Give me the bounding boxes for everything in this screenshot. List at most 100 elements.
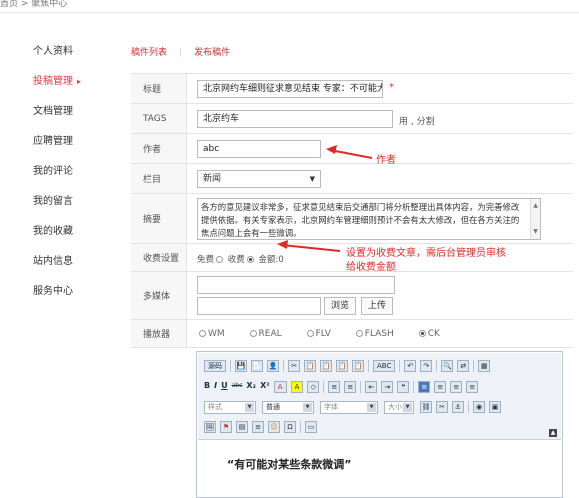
required-mark: *	[389, 82, 394, 93]
align-left-icon[interactable]: ≡	[418, 381, 431, 393]
style-select[interactable]: 样式 ▼	[204, 400, 256, 414]
font-select[interactable]: 字体 ▼	[320, 400, 378, 414]
save-icon[interactable]: 💾	[235, 360, 247, 372]
summary-label: 摘要	[131, 194, 187, 243]
align-center-icon[interactable]: ≡	[434, 381, 447, 393]
sidebar-item-label: 文档管理	[33, 106, 73, 117]
outdent-icon[interactable]: ⇤	[365, 381, 378, 393]
blockquote-icon[interactable]: ❝	[397, 381, 410, 393]
tab-article-list[interactable]: 稿件列表	[131, 48, 167, 58]
summary-textarea[interactable]: 各方的意见建议非常多，征求意见结束后交通部门将分析整理出具体内容，为完善修改提供…	[197, 198, 541, 240]
charge-free-radio[interactable]	[216, 256, 224, 263]
remove-format-icon[interactable]: ◇	[307, 381, 320, 393]
player-option-label: WM	[208, 329, 225, 339]
tab-publish-article[interactable]: 发布稿件	[194, 48, 230, 58]
horizontal-rule-icon[interactable]: ≡	[252, 421, 264, 433]
strikethrough-icon[interactable]: abc	[232, 381, 243, 393]
indent-icon[interactable]: ⇥	[381, 381, 394, 393]
copy-icon[interactable]: 📋	[304, 360, 316, 372]
underline-icon[interactable]: U	[221, 381, 228, 393]
sidebar-item-documents[interactable]: 文档管理	[33, 104, 113, 134]
author-annotation: 作者	[376, 155, 396, 166]
media-url-input[interactable]	[197, 276, 395, 294]
player-option-label: FLV	[315, 329, 331, 339]
source-button[interactable]: 源码	[204, 360, 226, 372]
sidebar-item-applications[interactable]: 应聘管理	[33, 134, 113, 164]
chevron-down-icon: ▼	[303, 402, 312, 412]
sidebar-item-favorites[interactable]: 我的收藏	[33, 224, 113, 254]
italic-icon[interactable]: I	[214, 381, 217, 393]
browse-button[interactable]: 浏览	[324, 297, 356, 315]
paste-word-icon[interactable]: 📋	[352, 360, 364, 372]
sidebar-item-submissions[interactable]: 投稿管理 ▸	[33, 74, 113, 104]
toolbar-collapse-icon[interactable]: ▲	[549, 429, 557, 437]
chevron-down-icon: ▼	[367, 402, 376, 412]
image-upload-icon[interactable]: ▣	[489, 401, 501, 413]
replace-icon[interactable]: ⇄	[457, 360, 470, 372]
paste-icon[interactable]: 📋	[320, 360, 332, 372]
special-char-icon[interactable]: Ω	[284, 421, 296, 433]
redo-icon[interactable]: ↷	[420, 360, 433, 372]
toolbar-separator	[399, 360, 401, 372]
charge-amount-value[interactable]: 0	[278, 255, 283, 265]
anchor-icon[interactable]: ⚓	[452, 401, 464, 413]
toolbar-separator	[283, 360, 284, 372]
summary-scrollbar[interactable]: ▲ ▼	[530, 199, 540, 239]
author-input[interactable]: abc	[197, 140, 321, 158]
table-icon[interactable]: ▤	[236, 421, 248, 433]
paste-text-icon[interactable]: 📋	[336, 360, 348, 372]
title-input[interactable]: 北京网约车细则征求意见结束 专家：不可能大改	[197, 80, 383, 98]
flash-icon[interactable]: ⚑	[220, 421, 232, 433]
flash-icon[interactable]: ◉	[473, 401, 485, 413]
player-option-wm[interactable]: WM	[197, 329, 225, 339]
subscript-icon[interactable]: X₂	[246, 381, 256, 393]
align-right-icon[interactable]: ≡	[450, 381, 463, 393]
cut-icon[interactable]: ✂	[288, 360, 300, 372]
chevron-down-icon: ▼	[309, 175, 315, 183]
media-label: 多媒体	[131, 272, 187, 319]
text-color-icon[interactable]: A	[273, 381, 287, 393]
spellcheck-icon[interactable]: ABC	[373, 360, 396, 372]
player-option-flash[interactable]: FLASH	[354, 329, 394, 339]
justify-icon[interactable]: ≡	[466, 381, 479, 393]
page-break-icon[interactable]: ▭	[305, 421, 317, 433]
toolbar-row-4: 🖼 ⚑ ▤ ≡ ☺ Ω ▭	[204, 419, 321, 435]
style-select-value: 样式	[208, 402, 222, 411]
find-icon[interactable]: 🔍	[441, 360, 454, 372]
smiley-icon[interactable]: ☺	[268, 421, 280, 433]
format-select[interactable]: 普通 ▼	[262, 400, 314, 414]
player-option-real[interactable]: REAL	[248, 329, 282, 339]
upload-button[interactable]: 上传	[361, 297, 393, 315]
sidebar-item-profile[interactable]: 个人资料	[33, 44, 113, 74]
player-option-ck[interactable]: CK	[417, 329, 440, 339]
background-color-icon[interactable]: A	[290, 381, 304, 393]
superscript-icon[interactable]: X²	[260, 381, 270, 393]
bulleted-list-icon[interactable]: ≡	[344, 381, 357, 393]
sidebar-item-messages[interactable]: 我的留言	[33, 194, 113, 224]
charge-annotation-line1: 设置为收费文章，需后台管理员审核	[346, 248, 506, 259]
player-label: 播放器	[131, 320, 187, 347]
media-file-input[interactable]	[197, 297, 321, 315]
tags-input[interactable]: 北京约车	[197, 110, 393, 128]
size-select[interactable]: 大小 ▼	[384, 400, 414, 414]
charge-paid-radio[interactable]	[246, 256, 254, 263]
sidebar-item-comments[interactable]: 我的评论	[33, 164, 113, 194]
undo-icon[interactable]: ↶	[404, 360, 417, 372]
editor-content[interactable]: “有可能对某些条款微调”	[227, 456, 351, 472]
new-page-icon[interactable]: 📄	[251, 360, 263, 372]
select-all-icon[interactable]: ▦	[478, 360, 491, 372]
unlink-icon[interactable]: ✂	[436, 401, 448, 413]
editor-toolbar: 源码 💾 📄 👤 ✂ 📋 📋 📋 📋 ABC ↶ ↷ 🔍 ⇄ ▦ B I U a…	[198, 353, 561, 440]
tags-label: TAGS	[131, 104, 187, 133]
sidebar-item-service[interactable]: 服务中心	[33, 284, 113, 314]
preview-icon[interactable]: 👤	[267, 360, 279, 372]
link-icon[interactable]: ⛓	[420, 401, 432, 413]
charge-amount-label: 金额:	[258, 255, 279, 265]
image-icon[interactable]: 🖼	[204, 421, 216, 433]
player-option-flv[interactable]: FLV	[305, 329, 331, 339]
bold-icon[interactable]: B	[204, 381, 210, 393]
format-select-value: 普通	[266, 402, 280, 411]
sidebar-item-inbox[interactable]: 站内信息	[33, 254, 113, 284]
column-select[interactable]: 新闻 ▼	[197, 170, 321, 188]
numbered-list-icon[interactable]: ≡	[328, 381, 341, 393]
